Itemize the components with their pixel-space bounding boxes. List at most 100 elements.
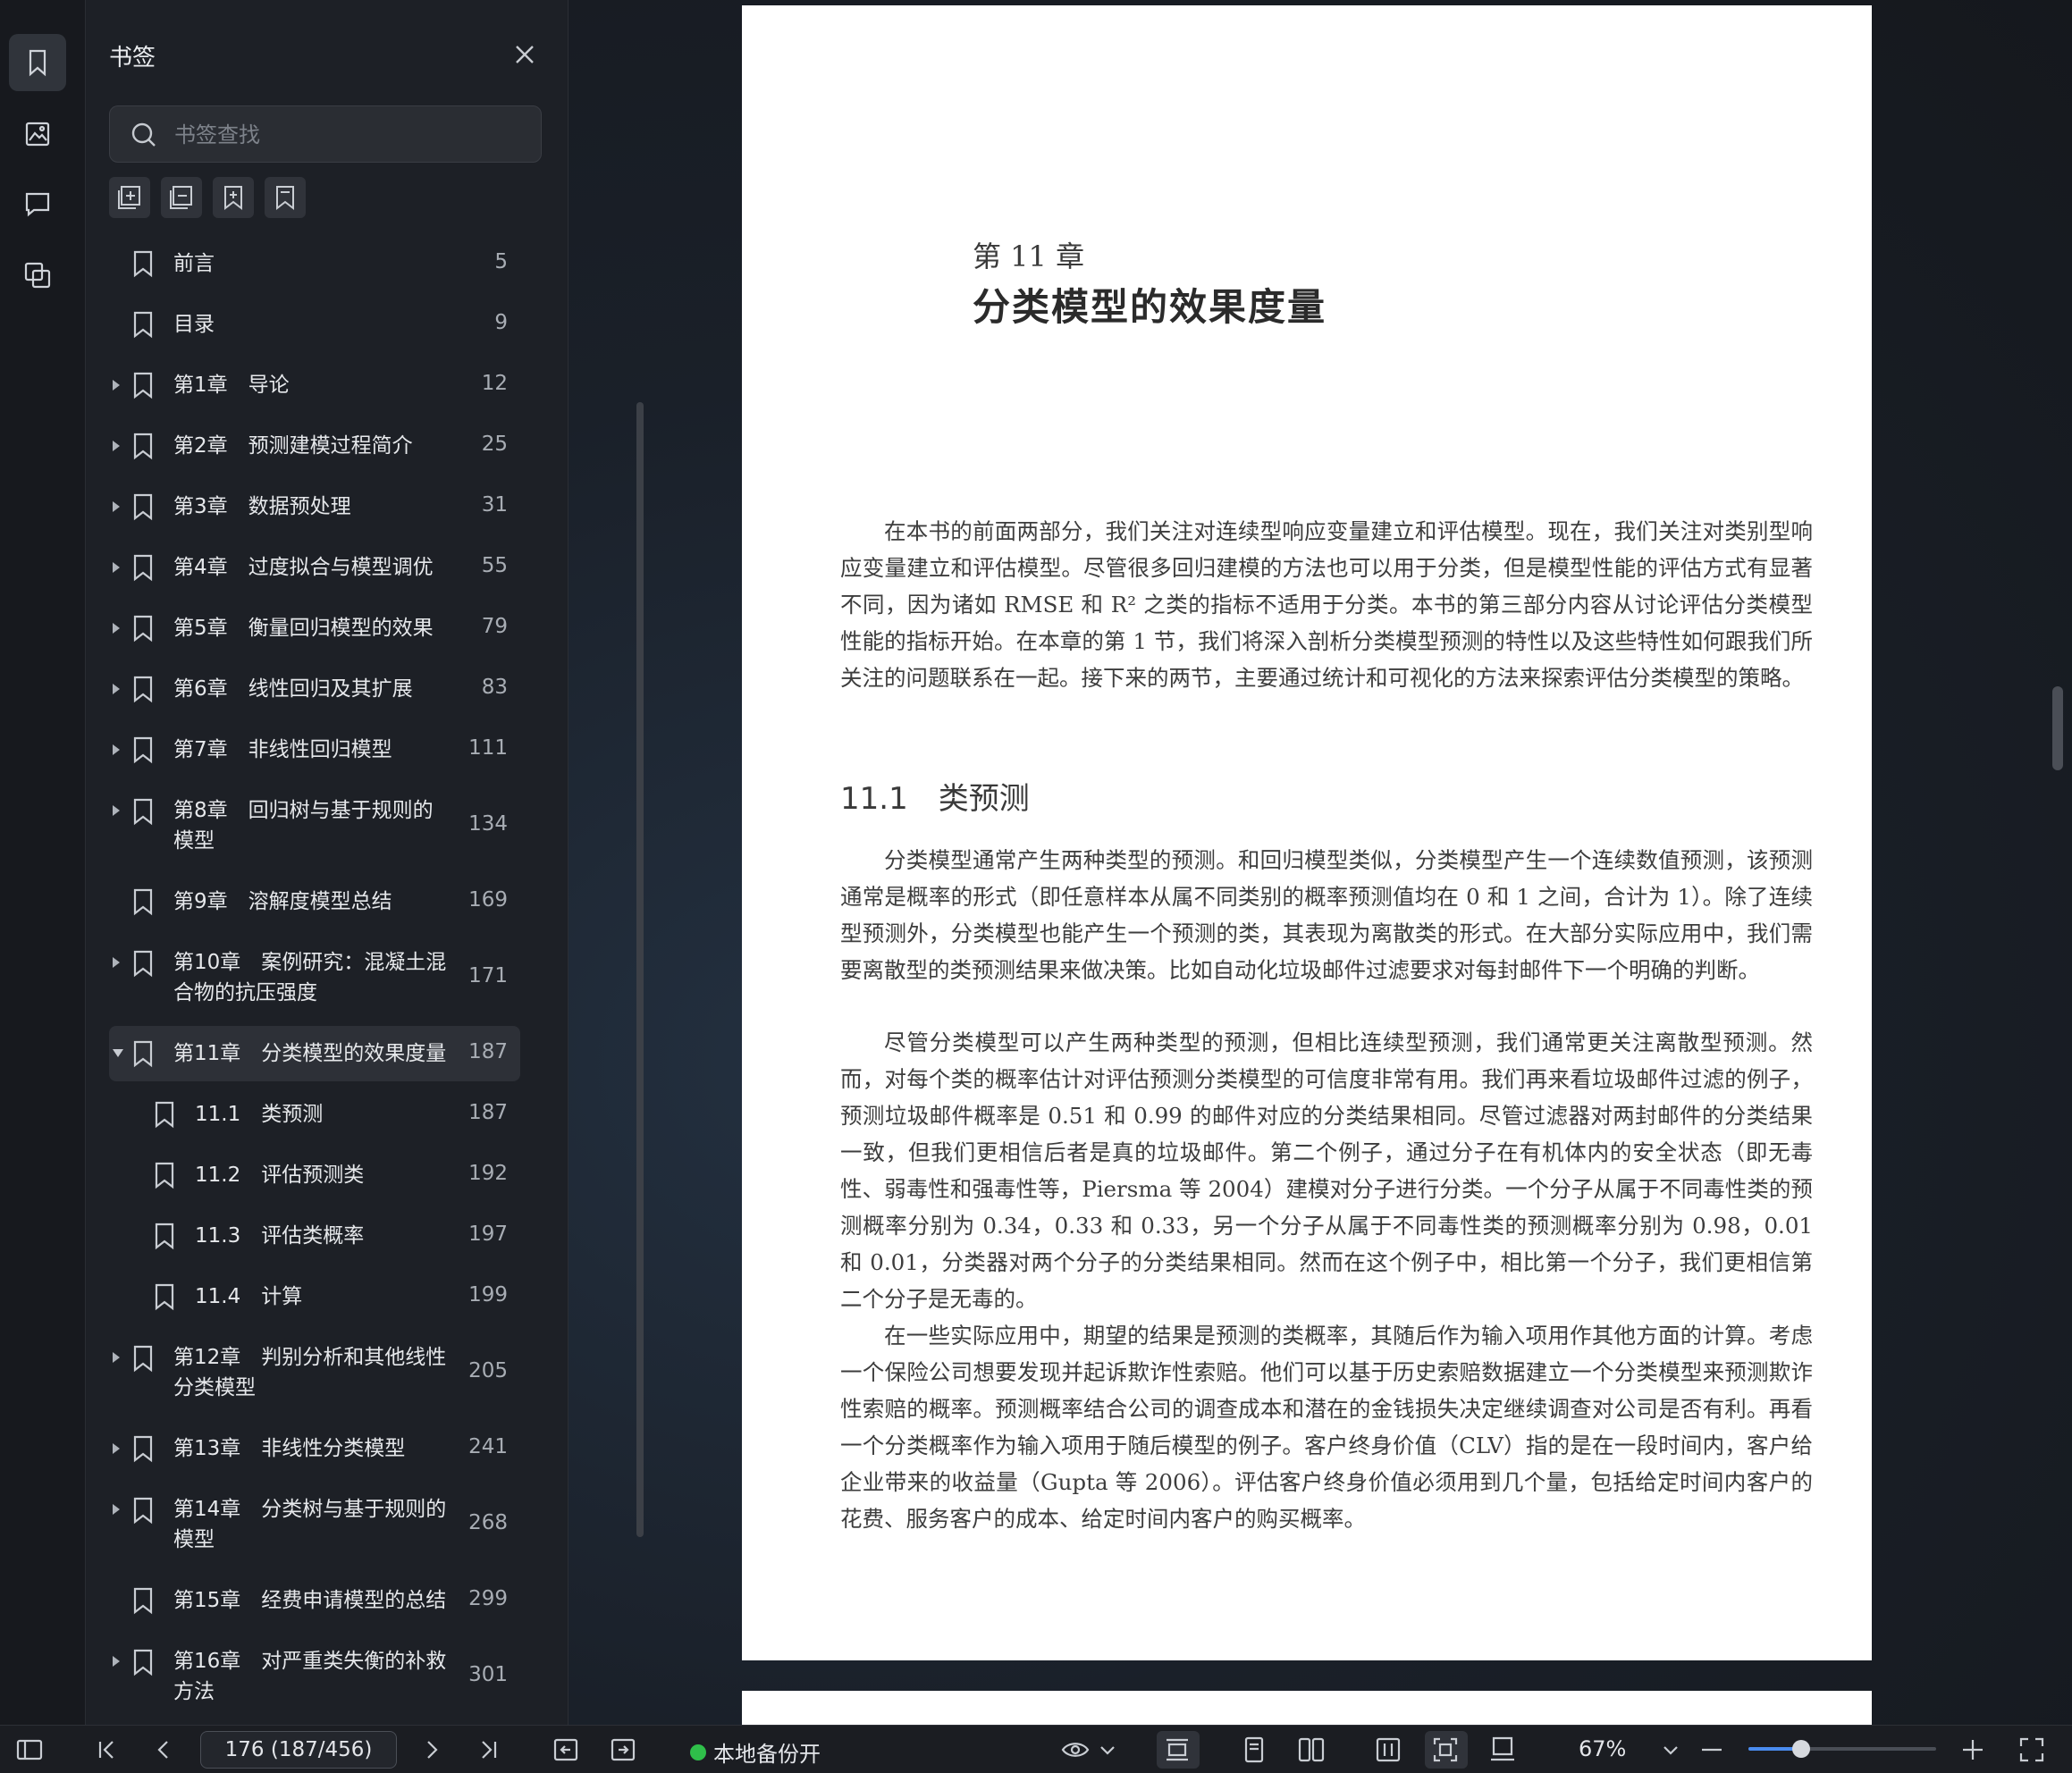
chevron-down-icon <box>1663 1746 1678 1755</box>
expand-arrow-closed-icon[interactable] <box>113 562 120 573</box>
document-scrollbar[interactable] <box>2052 686 2063 770</box>
bookmark-item[interactable]: 第13章 非线性分类模型 241 <box>109 1428 520 1469</box>
bookmark-item[interactable]: 第10章 案例研究：混凝土混合物的抗压强度 171 <box>109 942 520 1013</box>
forward-button[interactable] <box>608 1735 638 1765</box>
page-number-field[interactable]: 176 (187/456) <box>200 1731 397 1769</box>
expand-arrow-open-icon[interactable] <box>113 1049 123 1057</box>
bookmark-scrollbar[interactable] <box>636 402 644 1537</box>
zoom-level[interactable]: 67% <box>1579 1736 1626 1761</box>
last-page-button[interactable] <box>474 1735 504 1765</box>
view-mode-dropdown[interactable] <box>1092 1735 1115 1765</box>
bookmark-item[interactable]: 第15章 经费申请模型的总结 299 <box>109 1580 520 1621</box>
bookmark-item[interactable]: 第5章 衡量回归模型的效果 79 <box>109 608 520 649</box>
bookmark-page-number: 241 <box>468 1435 508 1458</box>
bookmark-item[interactable]: 目录 9 <box>109 304 520 345</box>
bookmark-label: 第10章 案例研究：混凝土混合物的抗压强度 <box>173 951 447 1004</box>
zoom-out-button[interactable] <box>1697 1735 1727 1765</box>
fullscreen-button[interactable] <box>2017 1735 2047 1765</box>
next-page-button[interactable] <box>417 1735 447 1765</box>
expand-arrow-closed-icon[interactable] <box>113 805 120 816</box>
actual-size-button[interactable] <box>1487 1735 1518 1765</box>
bookmark-label: 第14章 分类树与基于规则的模型 <box>173 1498 447 1551</box>
zoom-dropdown[interactable] <box>1655 1735 1678 1765</box>
fit-width-button[interactable] <box>1373 1735 1403 1765</box>
two-page-button[interactable] <box>1296 1735 1327 1765</box>
expand-arrow-closed-icon[interactable] <box>113 957 120 968</box>
bookmark-item[interactable]: 第8章 回归树与基于规则的模型 134 <box>109 790 520 861</box>
continuous-scroll-button[interactable] <box>1162 1735 1192 1765</box>
fit-width-icon <box>1376 1737 1401 1762</box>
expand-arrow-closed-icon[interactable] <box>113 744 120 755</box>
bookmark-page-number: 197 <box>468 1223 508 1246</box>
bookmark-item[interactable]: 第4章 过度拟合与模型调优 55 <box>109 547 520 588</box>
bookmark-item[interactable]: 11.4 计算 199 <box>109 1276 520 1317</box>
bookmark-page-number: 187 <box>468 1101 508 1124</box>
bookmark-label: 第3章 数据预处理 <box>173 495 351 518</box>
zoom-slider-knob[interactable] <box>1791 1740 1810 1758</box>
expand-arrow-closed-icon[interactable] <box>113 623 120 634</box>
bookmark-item[interactable]: 11.3 评估类概率 197 <box>109 1215 520 1256</box>
bookmark-page-number: 31 <box>481 493 508 517</box>
bookmark-item[interactable]: 11.1 类预测 187 <box>109 1094 520 1135</box>
bookmark-page-number: 169 <box>468 888 508 912</box>
bookmark-item[interactable]: 第9章 溶解度模型总结 169 <box>109 881 520 922</box>
previous-page-button[interactable] <box>148 1735 179 1765</box>
view-mode-button[interactable] <box>1060 1735 1091 1765</box>
bookmark-settings-button[interactable] <box>265 177 306 218</box>
bookmark-icon <box>131 949 156 978</box>
collapse-all-button[interactable] <box>161 177 202 218</box>
bookmark-item[interactable]: 第2章 预测建模过程简介 25 <box>109 425 520 466</box>
bookmark-item[interactable]: 第3章 数据预处理 31 <box>109 486 520 527</box>
expand-all-button[interactable] <box>109 177 150 218</box>
fit-page-button[interactable] <box>1430 1735 1461 1765</box>
bookmark-item[interactable]: 第14章 分类树与基于规则的模型 268 <box>109 1489 520 1560</box>
expand-arrow-closed-icon[interactable] <box>113 1443 120 1454</box>
close-panel-button[interactable] <box>510 39 540 70</box>
expand-arrow-closed-icon[interactable] <box>113 1656 120 1667</box>
single-page-button[interactable] <box>1239 1735 1269 1765</box>
bookmark-item[interactable]: 第1章 导论 12 <box>109 365 520 406</box>
bookmark-page-number: 9 <box>494 311 508 334</box>
bookmark-icon <box>131 614 156 643</box>
bookmark-page-number: 55 <box>481 554 508 577</box>
bookmark-label: 第12章 判别分析和其他线性分类模型 <box>173 1346 447 1399</box>
zoom-slider[interactable] <box>1748 1740 1936 1758</box>
back-button[interactable] <box>551 1735 581 1765</box>
first-page-button[interactable] <box>91 1735 122 1765</box>
bookmark-outline-icon <box>276 186 294 211</box>
bookmark-icon <box>131 492 156 521</box>
bookmark-label: 第7章 非线性回归模型 <box>173 738 392 761</box>
bookmark-item[interactable]: 第7章 非线性回归模型 111 <box>109 729 520 770</box>
comment-icon <box>25 192 50 217</box>
expand-arrow-closed-icon[interactable] <box>113 684 120 694</box>
toggle-sidebar-button[interactable] <box>14 1735 45 1765</box>
bookmark-icon <box>152 1161 177 1189</box>
chapter-number: 第 11 章 <box>973 239 1085 273</box>
bookmark-item[interactable]: 前言 5 <box>109 243 520 284</box>
thumbnail-panel-button[interactable] <box>9 105 66 163</box>
bookmark-icon <box>152 1100 177 1129</box>
bookmark-item[interactable]: 第6章 线性回归及其扩展 83 <box>109 668 520 710</box>
bookmark-search <box>109 105 542 163</box>
backup-status[interactable]: 本地备份开 <box>690 1736 821 1768</box>
expand-arrow-closed-icon[interactable] <box>113 441 120 451</box>
bookmark-item[interactable]: 第11章 分类模型的效果度量 187 <box>109 1026 520 1081</box>
expand-arrow-closed-icon[interactable] <box>113 1352 120 1363</box>
expand-arrow-closed-icon[interactable] <box>113 501 120 512</box>
bookmark-search-input[interactable] <box>174 115 532 155</box>
bookmark-item[interactable]: 11.2 评估预测类 192 <box>109 1155 520 1196</box>
comment-panel-button[interactable] <box>9 175 66 232</box>
bookmark-label: 前言 <box>173 252 215 275</box>
close-icon <box>516 46 534 63</box>
bookmark-item[interactable]: 第12章 判别分析和其他线性分类模型 205 <box>109 1337 520 1408</box>
bookmark-page-number: 171 <box>468 964 508 987</box>
add-bookmark-button[interactable] <box>213 177 254 218</box>
expand-arrow-closed-icon[interactable] <box>113 380 120 391</box>
chevron-left-icon <box>157 1741 168 1759</box>
bookmark-panel-button[interactable] <box>9 34 66 91</box>
bookmark-toolbar <box>109 177 306 218</box>
attachment-panel-button[interactable] <box>9 247 66 304</box>
expand-arrow-closed-icon[interactable] <box>113 1504 120 1515</box>
zoom-in-button[interactable] <box>1958 1735 1988 1765</box>
bookmark-item[interactable]: 第16章 对严重类失衡的补救方法 301 <box>109 1641 520 1712</box>
